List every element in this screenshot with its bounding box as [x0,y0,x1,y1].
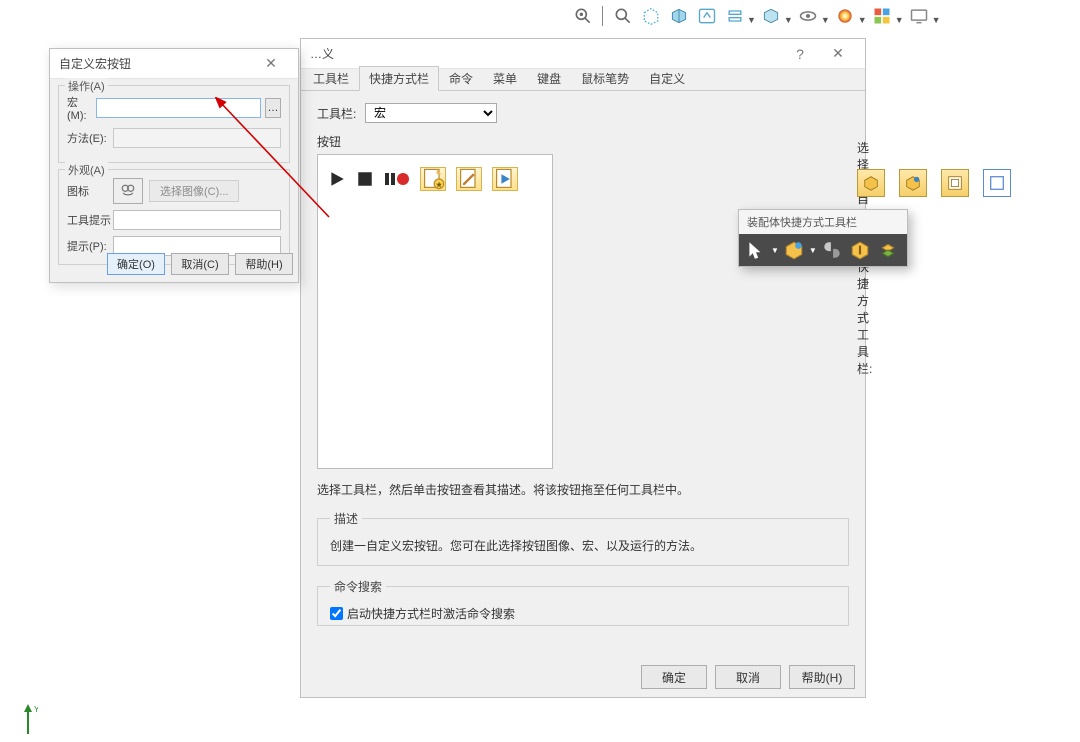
sketch-shortcut-icon[interactable] [983,169,1011,197]
dropdown-caret-icon[interactable]: ▼ [784,15,793,25]
icon-preview[interactable] [113,178,143,204]
macro-ok-button[interactable]: 确定(O) [107,253,165,275]
shortcut-context-icons [857,169,1011,197]
instruction-text: 选择工具栏，然后单击按钮查看其描述。将该按钮拖至任何工具栏中。 [317,481,849,498]
heads-up-toolbar: ▼ ▼ ▼ ▼ ▼ ▼ [570,3,941,29]
part-shortcut-icon[interactable] [857,169,885,197]
run-macro-icon[interactable] [328,170,346,188]
browse-button[interactable]: … [265,98,281,118]
activate-search-checkbox[interactable]: 启动快捷方式栏时激活命令搜索 [330,605,836,622]
mate-icon[interactable] [821,239,843,261]
toolbar-combo[interactable]: 宏 [365,103,497,123]
method-label: 方法(E): [67,130,113,146]
dropdown-caret-icon[interactable]: ▼ [821,15,830,25]
insert-component-icon[interactable] [783,239,805,261]
customize-tabs: 工具栏 快捷方式栏 命令 菜单 键盘 鼠标笔势 自定义 [301,69,865,91]
command-search-legend: 命令搜索 [330,578,386,595]
customize-ok-button[interactable]: 确定 [641,665,707,689]
buttons-label: 按钮 [317,133,849,150]
tab-customization[interactable]: 自定义 [639,66,695,90]
tab-menus[interactable]: 菜单 [483,66,527,90]
choose-image-button: 选择图像(C)... [149,180,239,202]
dropdown-caret-icon[interactable]: ▼ [932,15,941,25]
axis-indicator: Y [18,704,38,738]
customize-titlebar: …义 ? ✕ [301,39,865,69]
assembly-shortcut-toolbar[interactable]: 装配体快捷方式工具栏 ▼ ▼ [738,209,908,267]
section-view-icon[interactable] [666,4,691,29]
customize-dialog: …义 ? ✕ 工具栏 快捷方式栏 命令 菜单 键盘 鼠标笔势 自定义 工具栏: … [300,38,866,698]
display-style-icon[interactable] [722,4,747,29]
monitor-icon[interactable] [907,4,932,29]
previous-view-icon[interactable] [638,4,663,29]
cursor-icon[interactable] [745,239,767,261]
dialog-close-button[interactable]: ✕ [819,40,857,68]
tooltip-input[interactable] [113,210,281,230]
dropdown-caret-icon[interactable]: ▼ [809,246,817,255]
toolbar-label: 工具栏: [317,105,365,122]
zoom-window-icon[interactable] [610,4,635,29]
stop-macro-icon[interactable] [356,170,374,188]
macro-dialog-title: 自定义宏按钮 [59,55,131,72]
edit-macro-icon[interactable] [456,167,482,191]
assembly-shortcut-icon[interactable] [899,169,927,197]
customize-cancel-button[interactable]: 取消 [715,665,781,689]
buttons-list: ★ [317,154,553,469]
dropdown-caret-icon[interactable]: ▼ [895,15,904,25]
macro-label: 宏(M): [67,94,96,122]
action-group: 操作(A) 宏(M): … 方法(E): [58,85,290,163]
tab-keyboard[interactable]: 键盘 [527,66,571,90]
macro-close-button[interactable]: ✕ [252,50,290,78]
new-macro-icon[interactable]: ★ [420,167,446,191]
drawing-shortcut-icon[interactable] [941,169,969,197]
prompt-label: 提示(P): [67,238,113,254]
dropdown-caret-icon[interactable]: ▼ [747,15,756,25]
macro-dialog: 自定义宏按钮 ✕ 操作(A) 宏(M): … 方法(E): 外观(A) 图标 选… [49,48,299,283]
description-group: 描述 创建一自定义宏按钮。您可在此选择按钮图像、宏、以及运行的方法。 [317,510,849,566]
method-combo[interactable] [113,128,281,148]
tooltip-label: 工具提示 [67,212,113,228]
svg-text:Y: Y [34,705,38,714]
tab-mouse-gestures[interactable]: 鼠标笔势 [571,66,639,90]
custom-macro-icon[interactable] [492,167,518,191]
svg-text:★: ★ [435,179,443,189]
description-text: 创建一自定义宏按钮。您可在此选择按钮图像、宏、以及运行的方法。 [330,537,836,554]
macro-path-input[interactable] [96,98,261,118]
customize-help-button[interactable]: 帮助(H) [789,665,855,689]
macro-cancel-button[interactable]: 取消(C) [171,253,229,275]
dropdown-caret-icon[interactable]: ▼ [771,246,779,255]
command-search-group: 命令搜索 启动快捷方式栏时激活命令搜索 [317,578,849,626]
action-group-label: 操作(A) [65,78,108,94]
icon-label: 图标 [67,183,113,199]
customize-title: …义 [310,45,334,62]
tab-toolbars[interactable]: 工具栏 [303,66,359,90]
exploded-view-icon[interactable] [877,239,899,261]
scene-icon[interactable] [870,4,895,29]
eye-icon[interactable] [796,4,821,29]
appearance-group-label: 外观(A) [65,162,108,178]
float-toolbar-title: 装配体快捷方式工具栏 [739,210,907,234]
hide-show-icon[interactable] [759,4,784,29]
dialog-help-button[interactable]: ? [781,40,819,68]
tab-commands[interactable]: 命令 [439,66,483,90]
appearance-group: 外观(A) 图标 选择图像(C)... 工具提示 提示(P): [58,169,290,265]
separator [602,6,603,26]
dropdown-caret-icon[interactable]: ▼ [858,15,867,25]
activate-search-label: 启动快捷方式栏时激活命令搜索 [347,605,515,622]
tab-shortcut-bars[interactable]: 快捷方式栏 [359,66,439,91]
description-legend: 描述 [330,510,362,527]
activate-search-input[interactable] [330,607,343,620]
smart-fasteners-icon[interactable] [849,239,871,261]
zoom-to-fit-icon[interactable] [570,4,595,29]
measure-icon[interactable] [694,4,719,29]
macro-help-button[interactable]: 帮助(H) [235,253,293,275]
appearances-icon[interactable] [833,4,858,29]
pause-record-macro-icon[interactable] [384,170,410,188]
